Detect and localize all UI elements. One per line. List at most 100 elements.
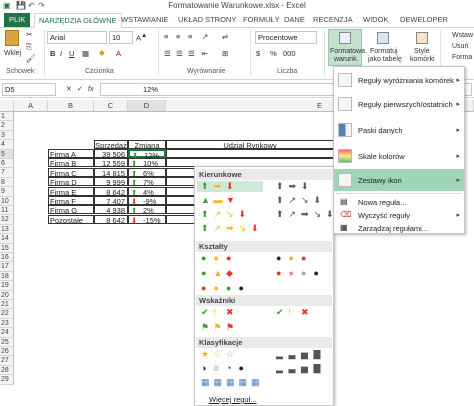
row-header[interactable]: 27 <box>0 356 14 366</box>
arrow-icon[interactable]: ⬇ <box>251 224 259 233</box>
copy-icon[interactable]: ⎘ <box>26 42 32 52</box>
align-center-icon[interactable]: ☰ <box>176 49 183 58</box>
row-header[interactable]: 15 <box>0 243 14 253</box>
row-header[interactable]: 29 <box>0 375 14 385</box>
sales-cell[interactable]: 12 559 <box>94 158 128 168</box>
paste-icon[interactable] <box>5 30 19 46</box>
indicator-icon[interactable]: ✖ <box>226 308 234 317</box>
arrow-icon[interactable]: ➡ <box>226 224 234 233</box>
number-format-select[interactable]: Procentowe <box>255 31 317 44</box>
column-header[interactable]: D <box>128 100 166 112</box>
arrow-icon[interactable]: ⬆ <box>276 196 284 205</box>
cell-styles-label2[interactable]: komórki <box>410 56 435 64</box>
tab-page-layout[interactable]: UKŁAD STRONY <box>178 14 236 26</box>
arrow-icon[interactable]: ⬇ <box>226 182 234 191</box>
sales-cell[interactable]: 4 938 <box>94 205 128 215</box>
menu-item-top-bottom-rules[interactable]: Reguły pierwszych/ostatnich ▸ <box>334 93 464 115</box>
font-size-select[interactable]: 10 <box>109 31 133 44</box>
change-cell[interactable]: ⬆ 10% <box>128 158 166 168</box>
row-header[interactable]: 16 <box>0 253 14 263</box>
sales-cell[interactable]: 7 407 <box>94 196 128 206</box>
shape-icon[interactable]: ● <box>239 284 244 293</box>
arrow-icon[interactable]: ↗ <box>214 210 222 219</box>
arrow-icon[interactable]: ↘ <box>301 196 309 205</box>
shape-icon[interactable]: ● <box>214 254 219 263</box>
tab-data[interactable]: DANE <box>284 14 305 26</box>
more-rules-link[interactable]: Więcej reguł... <box>209 395 257 404</box>
name-box[interactable]: D5 <box>2 83 56 96</box>
change-cell[interactable]: ⬇ -15% <box>128 214 166 225</box>
row-header[interactable]: 19 <box>0 281 14 291</box>
tab-formulas[interactable]: FORMUŁY <box>243 14 280 26</box>
italic-button[interactable]: I <box>60 49 62 58</box>
row-header[interactable]: 22 <box>0 309 14 319</box>
row-header[interactable]: 14 <box>0 234 14 244</box>
indicator-icon[interactable]: ✔ <box>276 308 284 317</box>
arrow-icon[interactable]: ↗ <box>214 224 222 233</box>
header-change[interactable]: Zmiana <box>128 140 166 150</box>
borders-icon[interactable]: ▦ <box>82 49 89 58</box>
change-cell[interactable]: ⬆ 7% <box>128 177 166 187</box>
change-cell[interactable]: ⬆ 4% <box>128 186 166 197</box>
cell-styles-icon[interactable] <box>416 32 428 44</box>
company-name-cell[interactable]: Firma F <box>48 196 94 206</box>
arrow-icon[interactable]: ▼ <box>226 196 235 205</box>
row-header[interactable]: 7 <box>0 168 14 178</box>
paste-label[interactable]: Wklej <box>4 50 21 58</box>
bold-button[interactable]: B <box>50 49 55 58</box>
font-color-icon[interactable]: A <box>116 49 121 58</box>
shape-icon[interactable]: ● <box>214 284 219 293</box>
arrow-icon[interactable]: ↘ <box>226 210 234 219</box>
menu-item-icon-sets[interactable]: Zestawy ikon ▸ <box>334 169 464 191</box>
format-as-table-icon[interactable] <box>377 32 389 44</box>
row-header[interactable]: 6 <box>0 159 14 169</box>
arrow-icon[interactable]: ↘ <box>239 224 247 233</box>
rating-icon[interactable]: ▇ <box>314 350 321 359</box>
rating-icon[interactable]: ☆ <box>226 350 234 359</box>
arrow-icon[interactable]: ⬆ <box>201 210 209 219</box>
rating-icon[interactable]: ▇ <box>314 364 321 373</box>
indicator-icon[interactable]: ⚑ <box>214 323 222 332</box>
shape-icon[interactable]: ● <box>276 254 281 263</box>
row-header[interactable]: 13 <box>0 224 14 235</box>
change-cell[interactable]: ⬇ -9% <box>128 196 166 206</box>
row-header[interactable]: 2 <box>0 121 14 131</box>
shape-icon[interactable]: ● <box>314 269 319 278</box>
arrow-icon[interactable]: ⬆ <box>276 182 284 191</box>
arrow-icon[interactable]: ▲ <box>201 196 210 205</box>
menu-item-clear-rules[interactable]: ⌫ Wyczyść reguły ▸ <box>334 209 464 221</box>
rating-icon[interactable]: ◑ <box>201 364 206 373</box>
company-name-cell[interactable]: Firma E <box>48 186 94 197</box>
arrow-icon[interactable]: ⬇ <box>239 210 247 219</box>
indicator-icon[interactable]: ✔ <box>201 308 209 317</box>
function-icon[interactable]: fx <box>88 86 93 94</box>
tab-review[interactable]: RECENZJA <box>313 14 353 26</box>
row-header[interactable]: 28 <box>0 365 14 376</box>
tab-insert[interactable]: WSTAWIANIE <box>121 14 169 26</box>
rating-icon[interactable]: ▦ <box>201 378 210 387</box>
arrow-icon[interactable]: ➡ <box>289 182 297 191</box>
align-right-icon[interactable]: ☰ <box>188 49 195 58</box>
row-header[interactable]: 23 <box>0 318 14 329</box>
sales-cell[interactable]: 8 642 <box>94 214 128 225</box>
insert-cells-button[interactable]: Wstaw <box>452 32 473 40</box>
align-left-icon[interactable]: ☰ <box>164 49 171 58</box>
delete-cells-button[interactable]: Usuń <box>452 43 468 51</box>
rating-icon[interactable]: ▅ <box>301 364 308 373</box>
format-cells-button[interactable]: Forma <box>452 54 472 62</box>
company-name-cell[interactable]: Pozostałe <box>48 214 94 225</box>
rating-icon[interactable]: ▦ <box>239 378 248 387</box>
rating-icon[interactable]: ● <box>239 364 244 373</box>
column-header[interactable]: C <box>94 100 128 112</box>
row-header[interactable]: 20 <box>0 290 14 300</box>
enter-icon[interactable]: ✓ <box>77 86 83 94</box>
arrow-icon[interactable]: ▬ <box>214 196 223 205</box>
cancel-icon[interactable]: ✕ <box>66 86 72 94</box>
shape-icon[interactable]: ● <box>201 284 206 293</box>
align-bottom-icon[interactable]: ≡ <box>188 32 192 41</box>
column-header[interactable]: B <box>48 100 94 112</box>
row-header[interactable]: 4 <box>0 140 14 150</box>
sales-cell[interactable]: 8 642 <box>94 186 128 197</box>
font-name-select[interactable]: Arial <box>47 31 107 44</box>
sales-cell[interactable]: 14 815 <box>94 167 128 178</box>
